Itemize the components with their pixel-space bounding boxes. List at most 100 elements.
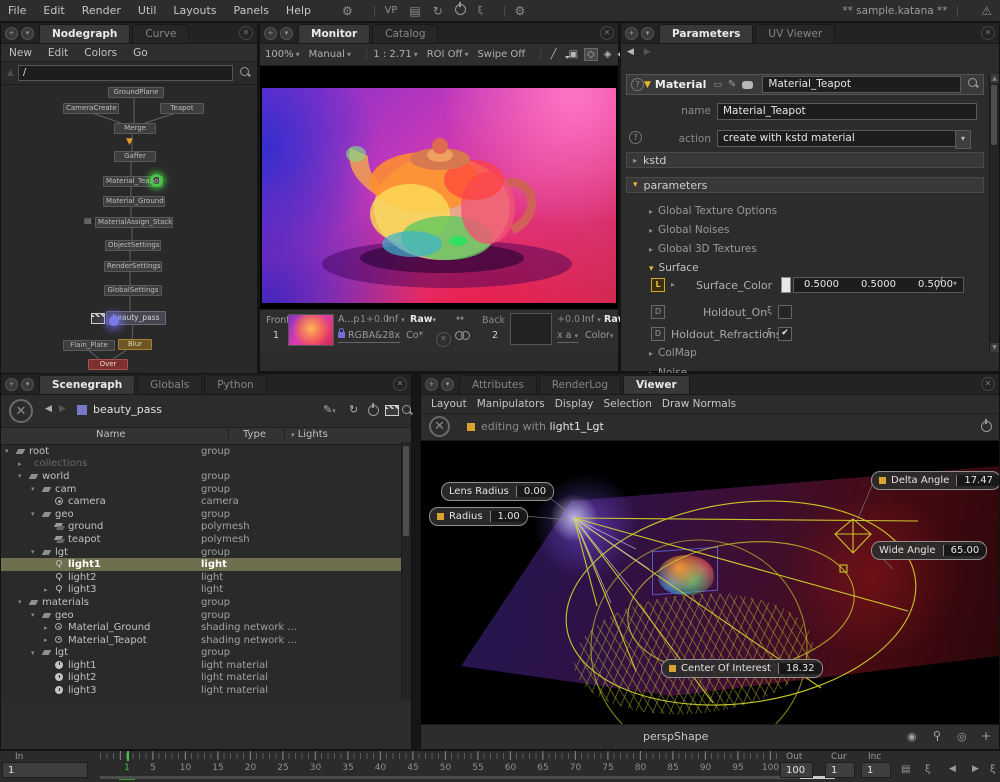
expander-icon[interactable]: ▾ — [5, 447, 15, 455]
pane-add-icon[interactable]: + — [5, 27, 18, 40]
local-badge[interactable]: L — [651, 278, 665, 292]
vp-toggle[interactable]: VP — [384, 5, 397, 16]
pane-add-icon[interactable]: + — [425, 378, 438, 391]
scroll-up-icon[interactable]: ▲ — [990, 74, 999, 83]
radius-value[interactable]: 1.00 — [490, 511, 527, 522]
power-icon[interactable] — [368, 405, 379, 419]
action-dropdown[interactable]: create with kstd material — [717, 130, 965, 147]
back-arrow-icon[interactable]: ◀ — [627, 47, 634, 57]
wide-angle-value[interactable]: 65.00 — [943, 545, 987, 556]
tree-row-geo[interactable]: ▾geogroup — [1, 508, 411, 521]
back-exposure[interactable]: +0.0 — [557, 314, 580, 325]
power-icon[interactable] — [981, 421, 992, 435]
camera-shape-name[interactable]: perspShape — [643, 730, 708, 743]
aperture-icon[interactable]: ◎ — [957, 730, 967, 743]
edit-ring-icon[interactable] — [150, 174, 163, 187]
timeline-scroll-track[interactable] — [100, 776, 835, 779]
ng-menu-go[interactable]: Go — [133, 47, 148, 59]
tree-row-camera[interactable]: cameracamera — [1, 495, 411, 508]
pane-add-icon[interactable]: + — [264, 27, 277, 40]
node-blur[interactable]: Blur — [118, 339, 152, 350]
expander-icon[interactable]: ▾ — [31, 649, 41, 657]
expander-icon[interactable]: ▸ — [18, 460, 28, 468]
expander-icon[interactable]: ▾ — [18, 472, 28, 480]
expander-icon[interactable]: ▾ — [31, 548, 41, 556]
menu-util[interactable]: Util — [138, 4, 156, 17]
wide-angle-manipulator[interactable]: Wide Angle 65.00 — [871, 541, 987, 560]
tab-curve[interactable]: Curve — [132, 24, 189, 43]
tree-row-light2[interactable]: light2light — [1, 571, 411, 584]
clapper-icon[interactable] — [385, 405, 399, 416]
tab-parameters[interactable]: Parameters — [659, 24, 753, 43]
front-raw-select[interactable]: Raw▾ — [410, 314, 436, 325]
expander-icon[interactable]: ▾ — [18, 598, 28, 606]
zoom-select[interactable]: 100%▾ — [265, 49, 300, 60]
expander-icon[interactable]: ▾ — [31, 485, 41, 493]
in-field[interactable]: 1 — [2, 762, 88, 778]
menu-manipulators[interactable]: Manipulators — [477, 398, 545, 410]
scroll-thumb[interactable] — [991, 85, 997, 145]
mode-select[interactable]: Manual▾ — [309, 49, 351, 60]
expander-icon[interactable]: ▾ — [31, 611, 41, 619]
tag-icon[interactable]: ▭ — [713, 80, 722, 90]
refresh-icon[interactable]: ↻ — [433, 4, 443, 18]
help-icon[interactable]: ? — [631, 78, 644, 91]
node-teapot[interactable]: Teapot — [160, 103, 204, 114]
hook-icon[interactable]: ξ — [478, 6, 483, 16]
tree-row-light2[interactable]: light2light material — [1, 672, 411, 685]
clear-context-icon[interactable]: ✕ — [9, 399, 33, 423]
ng-menu-colors[interactable]: Colors — [84, 47, 117, 59]
close-icon[interactable]: ✕ — [239, 26, 253, 40]
pane-add-icon[interactable]: + — [5, 378, 18, 391]
delta-angle-manipulator[interactable]: Delta Angle 17.47 — [871, 471, 999, 490]
pane-menu-icon[interactable]: ▾ — [280, 27, 293, 40]
scrollbar[interactable] — [401, 442, 411, 699]
close-icon[interactable]: ✕ — [600, 26, 614, 40]
back-inf-select[interactable]: Inf ▾ — [582, 314, 601, 325]
front-inf-select[interactable]: Inf ▾ — [386, 314, 405, 325]
tab-scenegraph[interactable]: Scenegraph — [39, 375, 135, 394]
ng-menu-edit[interactable]: Edit — [48, 47, 68, 59]
menu-panels[interactable]: Panels — [234, 4, 269, 17]
wrench-icon[interactable]: ✎ — [728, 79, 736, 90]
default-badge[interactable]: D — [651, 327, 665, 341]
tree-row-lgt[interactable]: ▾lgtgroup — [1, 546, 411, 559]
parameters-section[interactable]: ▾ parameters — [626, 177, 984, 193]
center-of-interest-manipulator[interactable]: Center Of Interest 18.32 — [661, 659, 823, 678]
help-icon[interactable]: ? — [629, 131, 642, 144]
column-lights[interactable]: ▾ Lights — [284, 429, 328, 440]
step-forward-icon[interactable]: ▶ — [972, 764, 979, 774]
expander-icon[interactable]: ▸ — [44, 636, 54, 644]
pane-menu-icon[interactable]: ▾ — [21, 27, 34, 40]
light-pin-icon[interactable] — [933, 731, 941, 742]
tab-python[interactable]: Python — [204, 375, 266, 394]
expander-icon[interactable]: ▸ — [44, 586, 54, 594]
surface-section[interactable]: ▾Surface — [649, 262, 699, 274]
scrollbar[interactable]: ▲ ▼ — [989, 74, 999, 352]
menu-render[interactable]: Render — [82, 4, 121, 17]
back-xa-select[interactable]: x a ▾ — [557, 330, 578, 343]
tab-renderlog[interactable]: RenderLog — [539, 375, 621, 394]
tree-row-ground[interactable]: groundpolymesh — [1, 521, 411, 534]
menu-display[interactable]: Display — [555, 398, 594, 410]
menu-help[interactable]: Help — [286, 4, 311, 17]
pane-menu-icon[interactable]: ▾ — [441, 378, 454, 391]
compare-mode-icon[interactable]: ◇ — [584, 48, 598, 61]
back-color-select[interactable]: Color▾ — [585, 330, 613, 341]
tab-attributes[interactable]: Attributes — [459, 375, 537, 394]
out-field[interactable]: 100 — [780, 762, 813, 778]
viewer-viewport[interactable]: Lens Radius 0.00 Radius 1.00 Delta Angle… — [421, 441, 999, 728]
default-badge[interactable]: D — [651, 305, 665, 319]
swap-arrow-icon[interactable]: ↔ — [456, 313, 464, 324]
comment-icon[interactable] — [742, 81, 753, 89]
front-color-select[interactable]: Co* — [406, 330, 423, 341]
tree-row-Material_Teapot[interactable]: ▸Material_Teapotshading network ... — [1, 634, 411, 647]
tab-viewer[interactable]: Viewer — [623, 375, 690, 394]
clapper-icon[interactable]: ⚙︎ — [515, 4, 526, 18]
back-arrow-icon[interactable]: ◀ — [45, 404, 52, 414]
pen-icon[interactable]: ✎▾ — [323, 403, 336, 416]
close-icon[interactable]: ✕ — [393, 377, 407, 391]
layers-icon[interactable]: ▣ — [569, 49, 578, 60]
annotate-pen-icon[interactable]: ╱ — [551, 49, 557, 60]
global-noises-section[interactable]: ▸Global Noises — [649, 224, 729, 236]
